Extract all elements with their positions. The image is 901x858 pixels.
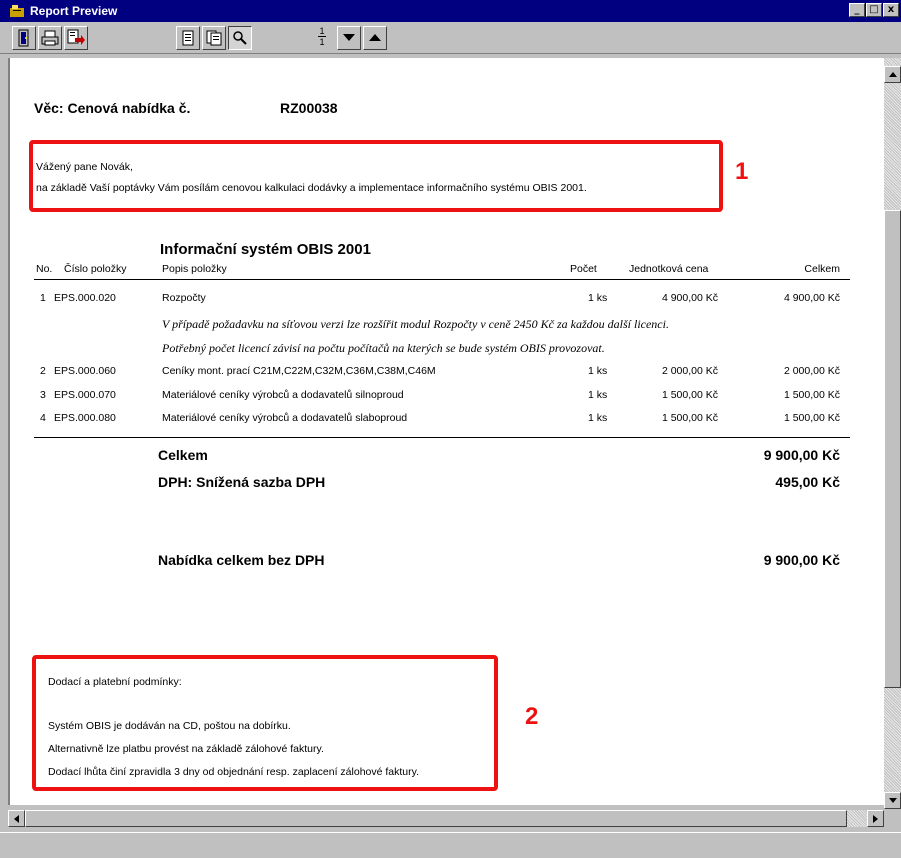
row-no: 1 — [40, 292, 46, 304]
vat-label: DPH: Snížená sazba DPH — [158, 474, 326, 490]
section-title: Informační systém OBIS 2001 — [160, 241, 371, 258]
annotation-number-2: 2 — [525, 703, 539, 730]
two-page-button[interactable] — [202, 26, 226, 50]
col-header-qty: Počet — [570, 263, 597, 275]
arrow-down-icon — [888, 798, 897, 803]
horizontal-scroll-thumb[interactable] — [25, 810, 847, 827]
note-line: V případě požadavku na síťovou verzi lze… — [162, 317, 669, 331]
annotation-box-2 — [32, 655, 498, 791]
report-app-icon — [10, 5, 24, 17]
print-icon — [41, 30, 59, 46]
row-unit-price: 4 900,00 Kč — [661, 292, 718, 304]
col-header-code: Číslo položky — [64, 263, 127, 275]
row-code: EPS.000.080 — [54, 412, 116, 424]
note-line: Potřebný počet licencí závisí na počtu p… — [162, 341, 605, 355]
close-button[interactable]: x — [883, 3, 899, 17]
row-no: 2 — [40, 365, 46, 377]
row-code: EPS.000.020 — [54, 292, 116, 304]
page-down-button[interactable] — [337, 26, 361, 50]
col-header-description: Popis položky — [162, 263, 227, 275]
page-up-button[interactable] — [363, 26, 387, 50]
scroll-left-button[interactable] — [8, 810, 25, 827]
horizontal-scrollbar[interactable] — [8, 810, 884, 827]
exit-button[interactable] — [12, 26, 36, 50]
zoom-icon — [233, 31, 247, 45]
row-qty: 1 ks — [588, 389, 608, 401]
export-icon — [67, 29, 85, 45]
row-no: 3 — [40, 389, 46, 401]
print-button[interactable] — [38, 26, 62, 50]
current-page: 1 — [319, 26, 325, 36]
quote-number: RZ00038 — [280, 100, 338, 116]
total-value: 9 900,00 Kč — [763, 447, 840, 463]
total-label: Celkem — [158, 447, 208, 463]
scroll-right-button[interactable] — [867, 810, 884, 827]
annotation-box-1 — [29, 140, 723, 212]
grand-total-label: Nabídka celkem bez DPH — [158, 552, 325, 568]
row-description: Ceníky mont. prací C21M,C22M,C32M,C36M,C… — [162, 365, 436, 377]
row-total: 4 900,00 Kč — [783, 292, 840, 304]
row-unit-price: 2 000,00 Kč — [661, 365, 718, 377]
scroll-down-button[interactable] — [884, 792, 901, 809]
row-unit-price: 1 500,00 Kč — [661, 412, 718, 424]
row-total: 2 000,00 Kč — [783, 365, 840, 377]
window-titlebar: Report Preview _ □ x — [0, 0, 901, 22]
vat-value: 495,00 Kč — [775, 474, 840, 490]
toolbar — [0, 22, 901, 54]
page-down-icon — [343, 34, 355, 41]
page-up-icon — [369, 34, 381, 41]
header-rule — [34, 279, 850, 280]
report-viewport[interactable]: Věc: Cenová nabídka č. RZ00038 Vážený pa… — [8, 58, 884, 805]
row-qty: 1 ks — [588, 365, 608, 377]
row-description: Rozpočty — [162, 292, 206, 304]
one-page-icon — [182, 30, 194, 46]
annotation-number-1: 1 — [735, 158, 749, 185]
report-page: Věc: Cenová nabídka č. RZ00038 Vážený pa… — [10, 58, 884, 805]
arrow-up-icon — [888, 72, 897, 77]
col-header-total: Celkem — [804, 263, 840, 275]
zoom-button[interactable] — [228, 26, 252, 50]
grand-total-value: 9 900,00 Kč — [763, 552, 840, 568]
exit-icon — [18, 29, 29, 47]
page-indicator: 1 1 — [316, 26, 328, 47]
scroll-up-button[interactable] — [884, 66, 901, 83]
row-qty: 1 ks — [588, 292, 608, 304]
row-qty: 1 ks — [588, 412, 608, 424]
vertical-scrollbar[interactable] — [884, 58, 901, 809]
arrow-right-icon — [873, 814, 878, 823]
row-unit-price: 1 500,00 Kč — [661, 389, 718, 401]
window-title: Report Preview — [30, 4, 118, 18]
maximize-button[interactable]: □ — [866, 3, 882, 17]
row-total: 1 500,00 Kč — [783, 389, 840, 401]
two-page-icon — [206, 30, 222, 46]
items-end-rule — [34, 437, 850, 438]
arrow-left-icon — [14, 814, 19, 823]
row-description: Materiálové ceníky výrobců a dodavatelů … — [162, 412, 408, 424]
minimize-button[interactable]: _ — [849, 3, 865, 17]
status-bar — [0, 832, 901, 858]
row-code: EPS.000.070 — [54, 389, 116, 401]
subject-label: Věc: Cenová nabídka č. — [34, 100, 191, 116]
col-header-no: No. — [36, 263, 53, 275]
total-pages: 1 — [319, 37, 325, 47]
row-code: EPS.000.060 — [54, 365, 116, 377]
row-no: 4 — [40, 412, 46, 424]
vertical-scroll-thumb[interactable] — [884, 210, 901, 688]
col-header-unit-price: Jednotková cena — [629, 263, 709, 275]
row-description: Materiálové ceníky výrobců a dodavatelů … — [162, 389, 404, 401]
row-total: 1 500,00 Kč — [783, 412, 840, 424]
one-page-button[interactable] — [176, 26, 200, 50]
export-button[interactable] — [64, 26, 88, 50]
